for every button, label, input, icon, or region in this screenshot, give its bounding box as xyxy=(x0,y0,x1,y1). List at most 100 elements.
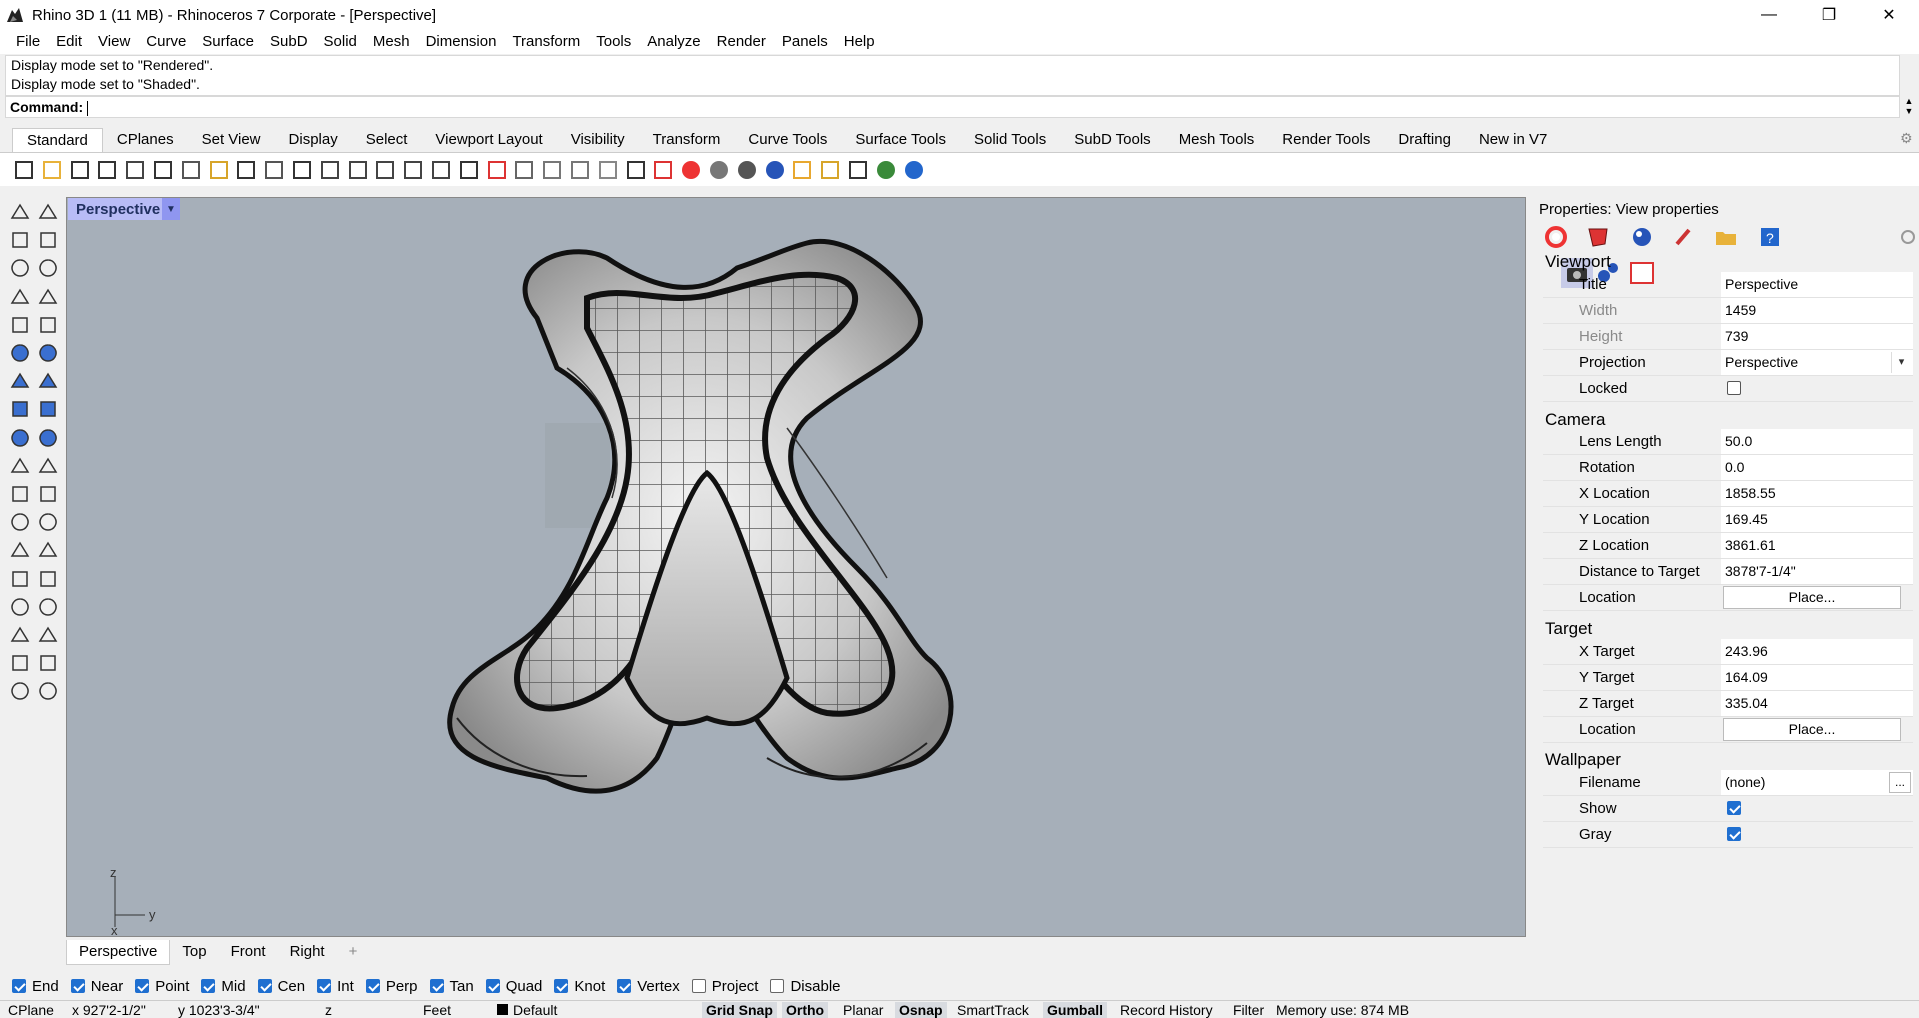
xtarget-field[interactable]: 243.96 xyxy=(1721,639,1913,664)
yloc-field[interactable]: 169.45 xyxy=(1721,507,1913,532)
menu-panels[interactable]: Panels xyxy=(774,30,836,54)
zoom-selected-icon[interactable] xyxy=(401,158,425,182)
osnap-checkbox[interactable] xyxy=(617,979,632,993)
rendered-sphere-icon[interactable] xyxy=(763,158,787,182)
lightbulb-icon[interactable] xyxy=(596,158,620,182)
sphere-icon[interactable] xyxy=(36,369,60,393)
array-icon[interactable] xyxy=(8,567,32,591)
tab-surface-tools[interactable]: Surface Tools xyxy=(841,128,960,152)
environment-icon[interactable] xyxy=(1629,224,1655,250)
toolbar-settings-icon[interactable]: ⚙ xyxy=(1900,130,1913,147)
settings-icon[interactable] xyxy=(568,158,592,182)
osnap-mid[interactable]: Mid xyxy=(201,978,246,995)
rectangle-icon[interactable] xyxy=(36,285,60,309)
tab-set-view[interactable]: Set View xyxy=(188,128,275,152)
ytarget-field[interactable]: 164.09 xyxy=(1721,665,1913,690)
color-wheel-icon[interactable] xyxy=(679,158,703,182)
viewport-tab-right[interactable]: Right xyxy=(278,940,337,964)
material-sphere-icon[interactable] xyxy=(707,158,731,182)
osnap-disable[interactable]: Disable xyxy=(770,978,841,995)
folder-icon[interactable] xyxy=(1713,224,1739,250)
check-icon[interactable] xyxy=(36,623,60,647)
add-viewport-icon[interactable]: + xyxy=(337,940,370,964)
tab-visibility[interactable]: Visibility xyxy=(557,128,639,152)
gray-checkbox[interactable] xyxy=(1727,827,1741,841)
dimension-icon[interactable] xyxy=(36,595,60,619)
chevron-down-icon[interactable]: ▾ xyxy=(1891,352,1911,373)
car-icon[interactable] xyxy=(485,158,509,182)
material-icon[interactable] xyxy=(1585,224,1611,250)
viewport-tab-perspective[interactable]: Perspective xyxy=(66,939,171,965)
maximize-button[interactable]: ❐ xyxy=(1799,0,1859,30)
osnap-end[interactable]: End xyxy=(12,978,59,995)
cut-icon[interactable] xyxy=(151,158,175,182)
scale-icon[interactable] xyxy=(36,538,60,562)
extrude-icon[interactable] xyxy=(36,397,60,421)
mesh-icon[interactable] xyxy=(8,679,32,703)
status-cplane[interactable]: CPlane xyxy=(8,1002,54,1018)
split-icon[interactable] xyxy=(8,454,32,478)
print-icon[interactable] xyxy=(95,158,119,182)
tab-display[interactable]: Display xyxy=(275,128,352,152)
viewport-tab-top[interactable]: Top xyxy=(170,940,218,964)
color-wheel-icon[interactable] xyxy=(1543,224,1569,250)
minimize-button[interactable]: — xyxy=(1739,0,1799,30)
osnap-cen[interactable]: Cen xyxy=(257,978,305,995)
gears-icon[interactable] xyxy=(818,158,842,182)
menu-surface[interactable]: Surface xyxy=(194,30,262,54)
select-icon[interactable] xyxy=(8,200,32,224)
command-input[interactable]: Command: xyxy=(5,96,1900,118)
show-checkbox[interactable] xyxy=(1727,801,1741,815)
osnap-checkbox[interactable] xyxy=(770,979,785,993)
four-viewports-icon[interactable] xyxy=(457,158,481,182)
menu-render[interactable]: Render xyxy=(709,30,774,54)
block-icon[interactable] xyxy=(8,623,32,647)
new-icon[interactable] xyxy=(12,158,36,182)
rotate-view-icon[interactable] xyxy=(429,158,453,182)
surface-icon[interactable] xyxy=(8,341,32,365)
osnap-checkbox[interactable] xyxy=(317,979,332,993)
menu-mesh[interactable]: Mesh xyxy=(365,30,418,54)
tab-viewport-layout[interactable]: Viewport Layout xyxy=(421,128,556,152)
join-icon[interactable] xyxy=(36,454,60,478)
tab-render-tools[interactable]: Render Tools xyxy=(1268,128,1384,152)
group-icon[interactable] xyxy=(36,482,60,506)
save-icon[interactable] xyxy=(68,158,92,182)
tab-select[interactable]: Select xyxy=(352,128,422,152)
import-icon[interactable] xyxy=(123,158,147,182)
menu-analyze[interactable]: Analyze xyxy=(639,30,708,54)
osnap-perp[interactable]: Perp xyxy=(365,978,418,995)
tab-mesh-tools[interactable]: Mesh Tools xyxy=(1165,128,1269,152)
open-icon[interactable] xyxy=(40,158,64,182)
viewport-tab-front[interactable]: Front xyxy=(219,940,278,964)
record-history-toggle[interactable]: Record History xyxy=(1120,1002,1213,1018)
tab-transform[interactable]: Transform xyxy=(639,128,735,152)
move-icon[interactable] xyxy=(8,538,32,562)
polygon-icon[interactable] xyxy=(8,313,32,337)
menu-dimension[interactable]: Dimension xyxy=(418,30,505,54)
osnap-checkbox[interactable] xyxy=(485,979,500,993)
osnap-checkbox[interactable] xyxy=(365,979,380,993)
osnap-checkbox[interactable] xyxy=(257,979,272,993)
osnap-checkbox[interactable] xyxy=(70,979,85,993)
osnap-checkbox[interactable] xyxy=(429,979,444,993)
circle-icon[interactable] xyxy=(8,256,32,280)
mirror-icon[interactable] xyxy=(36,567,60,591)
close-button[interactable]: ✕ xyxy=(1859,0,1919,30)
point-icon[interactable] xyxy=(36,200,60,224)
cylinder-icon[interactable] xyxy=(8,397,32,421)
explode-icon[interactable] xyxy=(8,426,32,450)
paste-icon[interactable] xyxy=(207,158,231,182)
osnap-knot[interactable]: Knot xyxy=(554,978,605,995)
height-field[interactable]: 739 xyxy=(1721,324,1913,349)
filename-field[interactable]: (none) xyxy=(1721,770,1913,795)
osnap-vertex[interactable]: Vertex xyxy=(617,978,680,995)
viewport-title-tab[interactable]: Perspective ▼ xyxy=(68,198,180,220)
osnap-checkbox[interactable] xyxy=(201,979,216,993)
smarttrack-toggle[interactable]: SmartTrack xyxy=(957,1002,1029,1018)
menu-edit[interactable]: Edit xyxy=(48,30,90,54)
help-icon[interactable] xyxy=(902,158,926,182)
panel-settings-icon[interactable] xyxy=(1895,224,1919,250)
fillet-curve-icon[interactable] xyxy=(36,313,60,337)
lock-icon[interactable] xyxy=(624,158,648,182)
